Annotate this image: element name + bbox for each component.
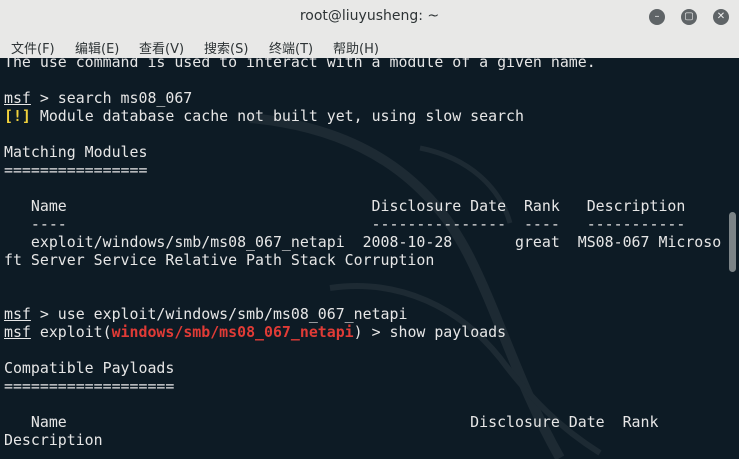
terminal-warning-line: [!] Module database cache not built yet,…	[4, 107, 524, 125]
table-header: Name Disclosure Date Rank	[4, 413, 659, 431]
scrollbar-thumb[interactable]	[729, 212, 736, 272]
terminal-window: root@liuyusheng: ~ – ▢ ✕ 文件(F) 编辑(E) 查看(…	[0, 0, 739, 459]
command-text: > search ms08_067	[30, 89, 193, 107]
warning-tag: [!]	[4, 107, 31, 125]
terminal-command-line: msf > search ms08_067	[4, 89, 192, 107]
terminal-line: The use command is used to interact with…	[4, 58, 596, 71]
menu-view[interactable]: 查看(V)	[139, 38, 184, 57]
table-header-rule: ---- --------------- ---- -----------	[4, 215, 686, 233]
menu-terminal[interactable]: 终端(T)	[269, 38, 313, 57]
terminal-command-line: msf > use exploit/windows/smb/ms08_067_n…	[4, 305, 407, 323]
menu-edit[interactable]: 编辑(E)	[75, 38, 119, 57]
section-rule: ===================	[4, 377, 175, 395]
window-title: root@liuyusheng: ~	[299, 8, 440, 24]
menu-bar: 文件(F) 编辑(E) 查看(V) 搜索(S) 终端(T) 帮助(H)	[0, 34, 739, 58]
warning-text: Module database cache not built yet, usi…	[30, 107, 524, 125]
terminal-command-line: msf exploit(windows/smb/ms08_067_netapi)…	[4, 323, 506, 341]
maximize-icon[interactable]: ▢	[681, 9, 697, 25]
menu-help[interactable]: 帮助(H)	[333, 38, 379, 57]
terminal-output[interactable]: The use command is used to interact with…	[0, 58, 724, 459]
menu-search[interactable]: 搜索(S)	[204, 38, 248, 57]
msf-prompt: msf	[4, 305, 31, 323]
table-row: exploit/windows/smb/ms08_067_netapi 2008…	[4, 233, 722, 251]
section-title: Matching Modules	[4, 143, 148, 161]
title-bar[interactable]: root@liuyusheng: ~ – ▢ ✕	[0, 0, 739, 35]
minimize-icon[interactable]: –	[649, 9, 665, 25]
exploit-prefix: exploit(	[30, 323, 112, 341]
table-header: Name Disclosure Date Rank Description	[4, 197, 686, 215]
section-title: Compatible Payloads	[4, 359, 175, 377]
exploit-module: windows/smb/ms08_067_netapi	[111, 323, 354, 341]
exploit-suffix: ) > show payloads	[353, 323, 507, 341]
table-row-wrap: ft Server Service Relative Path Stack Co…	[4, 251, 435, 269]
msf-prompt: msf	[4, 89, 31, 107]
command-text: > use exploit/windows/smb/ms08_067_netap…	[30, 305, 408, 323]
menu-file[interactable]: 文件(F)	[11, 38, 55, 57]
close-icon[interactable]: ✕	[713, 9, 729, 25]
section-rule: ================	[4, 161, 148, 179]
msf-prompt: msf	[4, 323, 31, 341]
table-header-wrap: Description	[4, 431, 103, 449]
